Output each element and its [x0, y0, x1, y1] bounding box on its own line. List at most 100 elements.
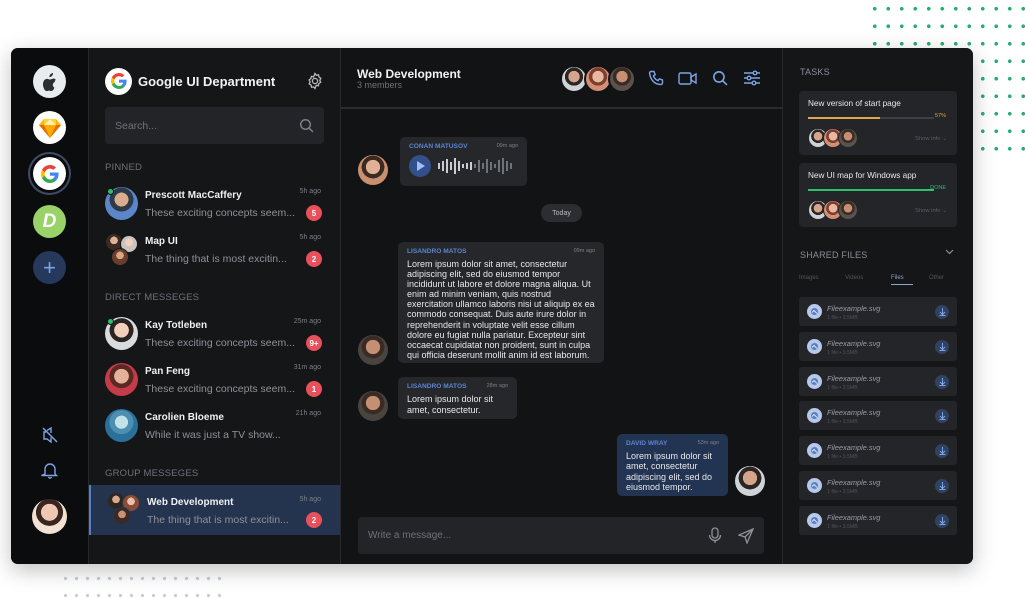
waveform [438, 158, 512, 174]
chat-title: Web Development [357, 67, 461, 81]
file-meta: 1 file • 3.5MB [827, 454, 858, 460]
download-button[interactable] [935, 479, 949, 493]
chat-time: 5h ago [299, 234, 321, 241]
unread-badge: 9+ [306, 335, 322, 351]
file-name: Fileexample.svg [827, 513, 881, 522]
file-name: Fileexample.svg [827, 339, 881, 348]
file-thumbnail-icon [807, 408, 822, 423]
chat-name: Web Development [147, 497, 234, 508]
download-button[interactable] [935, 409, 949, 423]
task-card[interactable]: New version of start page 57% Show info … [799, 91, 957, 155]
shared-file-row[interactable]: Fileexample.svg 1 file • 3.5MB [799, 506, 957, 535]
message-time: 28m ago [486, 383, 508, 389]
settings-button[interactable] [306, 72, 324, 90]
microphone-icon[interactable] [708, 527, 722, 544]
google-workspace-button[interactable] [33, 157, 66, 190]
task-show-info[interactable]: Show info ⌄ [915, 136, 947, 142]
d-workspace-button[interactable]: D [33, 205, 66, 238]
phone-icon [648, 70, 663, 85]
member-avatars[interactable] [560, 65, 636, 93]
shared-files-heading: SHARED FILES [800, 250, 868, 260]
message-author: LISANDRO MATOS [407, 248, 467, 255]
send-icon[interactable] [738, 527, 754, 544]
chat-settings-button[interactable] [742, 68, 762, 88]
message-avatar [358, 391, 388, 421]
shared-file-row[interactable]: Fileexample.svg 1 file • 3.5MB [799, 436, 957, 465]
download-button[interactable] [935, 305, 949, 319]
unread-badge: 5 [306, 205, 322, 221]
task-progress-bar [808, 117, 934, 119]
workspace-title: Google UI Department [138, 73, 276, 89]
download-button[interactable] [935, 375, 949, 389]
mute-icon [42, 426, 58, 444]
chat-time: 5h ago [299, 496, 321, 503]
file-thumbnail-icon [807, 478, 822, 493]
avatar [105, 409, 138, 442]
chat-item-web-development[interactable]: Web Development The thing that is most e… [89, 485, 340, 535]
chat-time: 25m ago [293, 318, 321, 325]
shared-file-row[interactable]: Fileexample.svg 1 file • 3.5MB [799, 332, 957, 361]
collapse-files-button[interactable] [945, 247, 954, 258]
mute-button[interactable] [39, 424, 61, 446]
file-meta: 1 file • 3.5MB [827, 489, 858, 495]
tab-other[interactable]: Other [929, 275, 944, 281]
chat-member-count: 3 members [357, 80, 403, 90]
shared-file-row[interactable]: Fileexample.svg 1 file • 3.5MB [799, 401, 957, 430]
my-profile-avatar[interactable] [32, 499, 67, 534]
tab-images[interactable]: Images [799, 275, 819, 281]
file-name: Fileexample.svg [827, 304, 881, 313]
chat-item-map-ui[interactable]: Map UI The thing that is most excitin...… [89, 229, 340, 273]
sketch-workspace-button[interactable] [33, 111, 66, 144]
chat-item-carolien[interactable]: Carolien Bloeme While it was just a TV s… [89, 405, 340, 449]
decorative-dots-bottom-left [60, 570, 225, 598]
download-icon [939, 412, 945, 420]
download-button[interactable] [935, 444, 949, 458]
chevron-down-icon: ⌄ [942, 208, 947, 214]
download-button[interactable] [935, 340, 949, 354]
conversation-list: Google UI Department PINNED Prescott Mac… [89, 48, 341, 564]
download-button[interactable] [935, 514, 949, 528]
chat-item-pan-feng[interactable]: Pan Feng These exciting concepts seem...… [89, 359, 340, 403]
search-bar [105, 107, 324, 144]
add-workspace-button[interactable]: + [33, 251, 66, 284]
chevron-down-icon: ⌄ [942, 136, 947, 142]
direct-section-label: DIRECT MESSEGES [105, 292, 200, 303]
tab-files[interactable]: Files [891, 275, 913, 285]
search-input[interactable] [115, 119, 299, 132]
notifications-button[interactable] [39, 459, 61, 481]
search-icon[interactable] [299, 118, 314, 133]
tab-videos[interactable]: Videos [845, 275, 863, 281]
chat-preview: These exciting concepts seem... [145, 337, 295, 349]
chat-search-button[interactable] [710, 68, 730, 88]
chat-panel: Web Development 3 members CONAN MATUSOV … [341, 48, 783, 564]
file-meta: 1 file • 3.5MB [827, 385, 858, 391]
file-meta: 1 file • 3.5MB [827, 524, 858, 530]
shared-file-row[interactable]: Fileexample.svg 1 file • 3.5MB [799, 471, 957, 500]
chat-preview: While it was just a TV show... [145, 429, 281, 441]
message-avatar [358, 155, 388, 185]
d-workspace-letter: D [42, 210, 57, 232]
file-thumbnail-icon [807, 443, 822, 458]
my-message: DAVID WRAY 53m ago Lorem ipsum dolor sit… [617, 434, 728, 496]
file-meta: 1 file • 3.5MB [827, 315, 858, 321]
message-text: Lorem ipsum dolor sit amet, consectetur. [407, 394, 494, 415]
compose-bar [358, 517, 764, 554]
video-call-button[interactable] [678, 68, 698, 88]
download-icon [939, 343, 945, 351]
messenger-app-window: D + Google UI Department Search... PINNE… [11, 48, 973, 564]
chat-time: 5h ago [299, 188, 321, 195]
shared-file-row[interactable]: Fileexample.svg 1 file • 3.5MB [799, 367, 957, 396]
task-card[interactable]: New UI map for Windows app DONE Show inf… [799, 163, 957, 227]
play-button[interactable] [409, 155, 431, 177]
details-panel: TASKS New version of start page 57% Show… [783, 48, 973, 564]
download-icon [939, 482, 945, 490]
chat-item-kay[interactable]: Kay Totleben These exciting concepts see… [89, 313, 340, 357]
apple-workspace-button[interactable] [33, 65, 66, 98]
chat-name: Prescott MacCaffery [145, 190, 242, 201]
call-button[interactable] [646, 68, 666, 88]
chat-time: 31m ago [293, 364, 321, 371]
message-input[interactable] [368, 530, 708, 541]
chat-item-prescott[interactable]: Prescott MacCaffery These exciting conce… [89, 183, 340, 227]
task-show-info[interactable]: Show info ⌄ [915, 208, 947, 214]
shared-file-row[interactable]: Fileexample.svg 1 file • 3.5MB [799, 297, 957, 326]
